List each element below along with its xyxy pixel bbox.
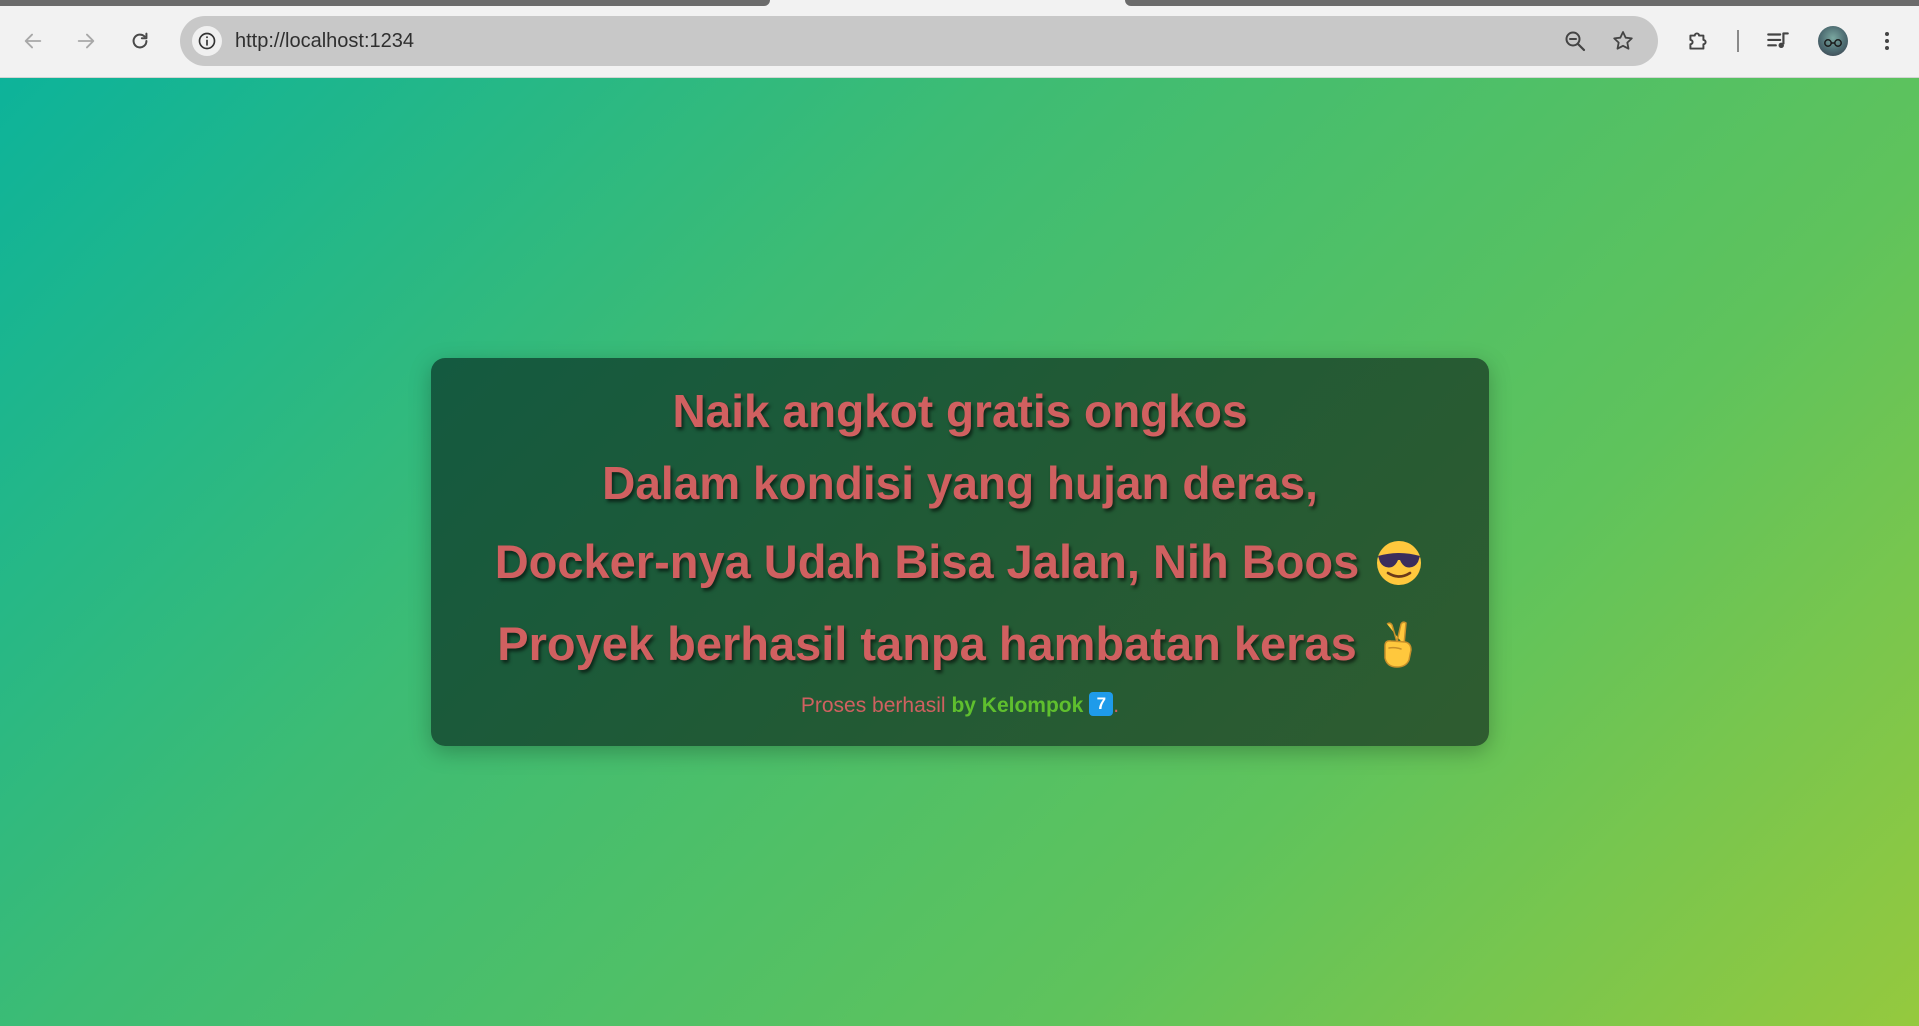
kebab-menu-icon: [1885, 32, 1889, 50]
zoom-button[interactable]: [1561, 27, 1589, 55]
address-bar[interactable]: http://localhost:1234: [180, 16, 1658, 66]
browser-toolbar: http://localhost:1234: [0, 0, 1919, 78]
site-info-button[interactable]: [192, 26, 222, 56]
star-icon: [1613, 31, 1633, 50]
avatar-glasses-icon: [1824, 39, 1842, 47]
credit-prefix: Proses berhasil: [800, 694, 952, 717]
bookmark-button[interactable]: [1609, 27, 1637, 55]
poem-line-3: Docker-nya Udah Bisa Jalan, Nih Boos: [431, 534, 1489, 592]
url-text[interactable]: http://localhost:1234: [235, 30, 414, 53]
tab-strip[interactable]: [1125, 0, 1919, 6]
credit-author: by Kelompok: [951, 694, 1084, 717]
reload-icon: [132, 32, 148, 49]
toolbar-divider: [1737, 30, 1739, 52]
media-queue-icon: [1767, 32, 1789, 49]
credit-suffix: .: [1113, 694, 1120, 717]
forward-button[interactable]: [68, 23, 104, 59]
back-button[interactable]: [15, 23, 51, 59]
poem-line-1: Naik angkot gratis ongkos: [672, 385, 1248, 437]
arrow-left-icon: [24, 33, 42, 49]
puzzle-icon: [1689, 32, 1707, 50]
poem-line-4: Proyek berhasil tanpa hambatan keras: [431, 616, 1489, 674]
message-card: Naik angkot gratis ongkos Dalam kondisi …: [431, 358, 1489, 746]
poem-line-4-text: Proyek berhasil tanpa hambatan keras: [497, 617, 1357, 670]
media-button[interactable]: [1761, 24, 1795, 58]
reload-button[interactable]: [122, 23, 158, 59]
sunglasses-face-icon: [1377, 540, 1422, 585]
info-icon: [198, 32, 216, 50]
zoom-out-icon: [1565, 31, 1586, 52]
credit-line: Proses berhasil by Kelompok 7.: [431, 692, 1489, 718]
poem-line-2: Dalam kondisi yang hujan deras,: [602, 457, 1318, 509]
victory-hand-icon: [1383, 621, 1412, 668]
profile-avatar[interactable]: [1818, 26, 1848, 56]
extensions-button[interactable]: [1681, 24, 1715, 58]
arrow-right-icon: [77, 33, 95, 49]
menu-button[interactable]: [1870, 24, 1904, 58]
page-viewport: Naik angkot gratis ongkos Dalam kondisi …: [0, 78, 1919, 1026]
keycap-seven-badge: 7: [1089, 692, 1114, 717]
poem-line-3-text: Docker-nya Udah Bisa Jalan, Nih Boos: [494, 535, 1360, 588]
tab-strip[interactable]: [0, 0, 770, 6]
